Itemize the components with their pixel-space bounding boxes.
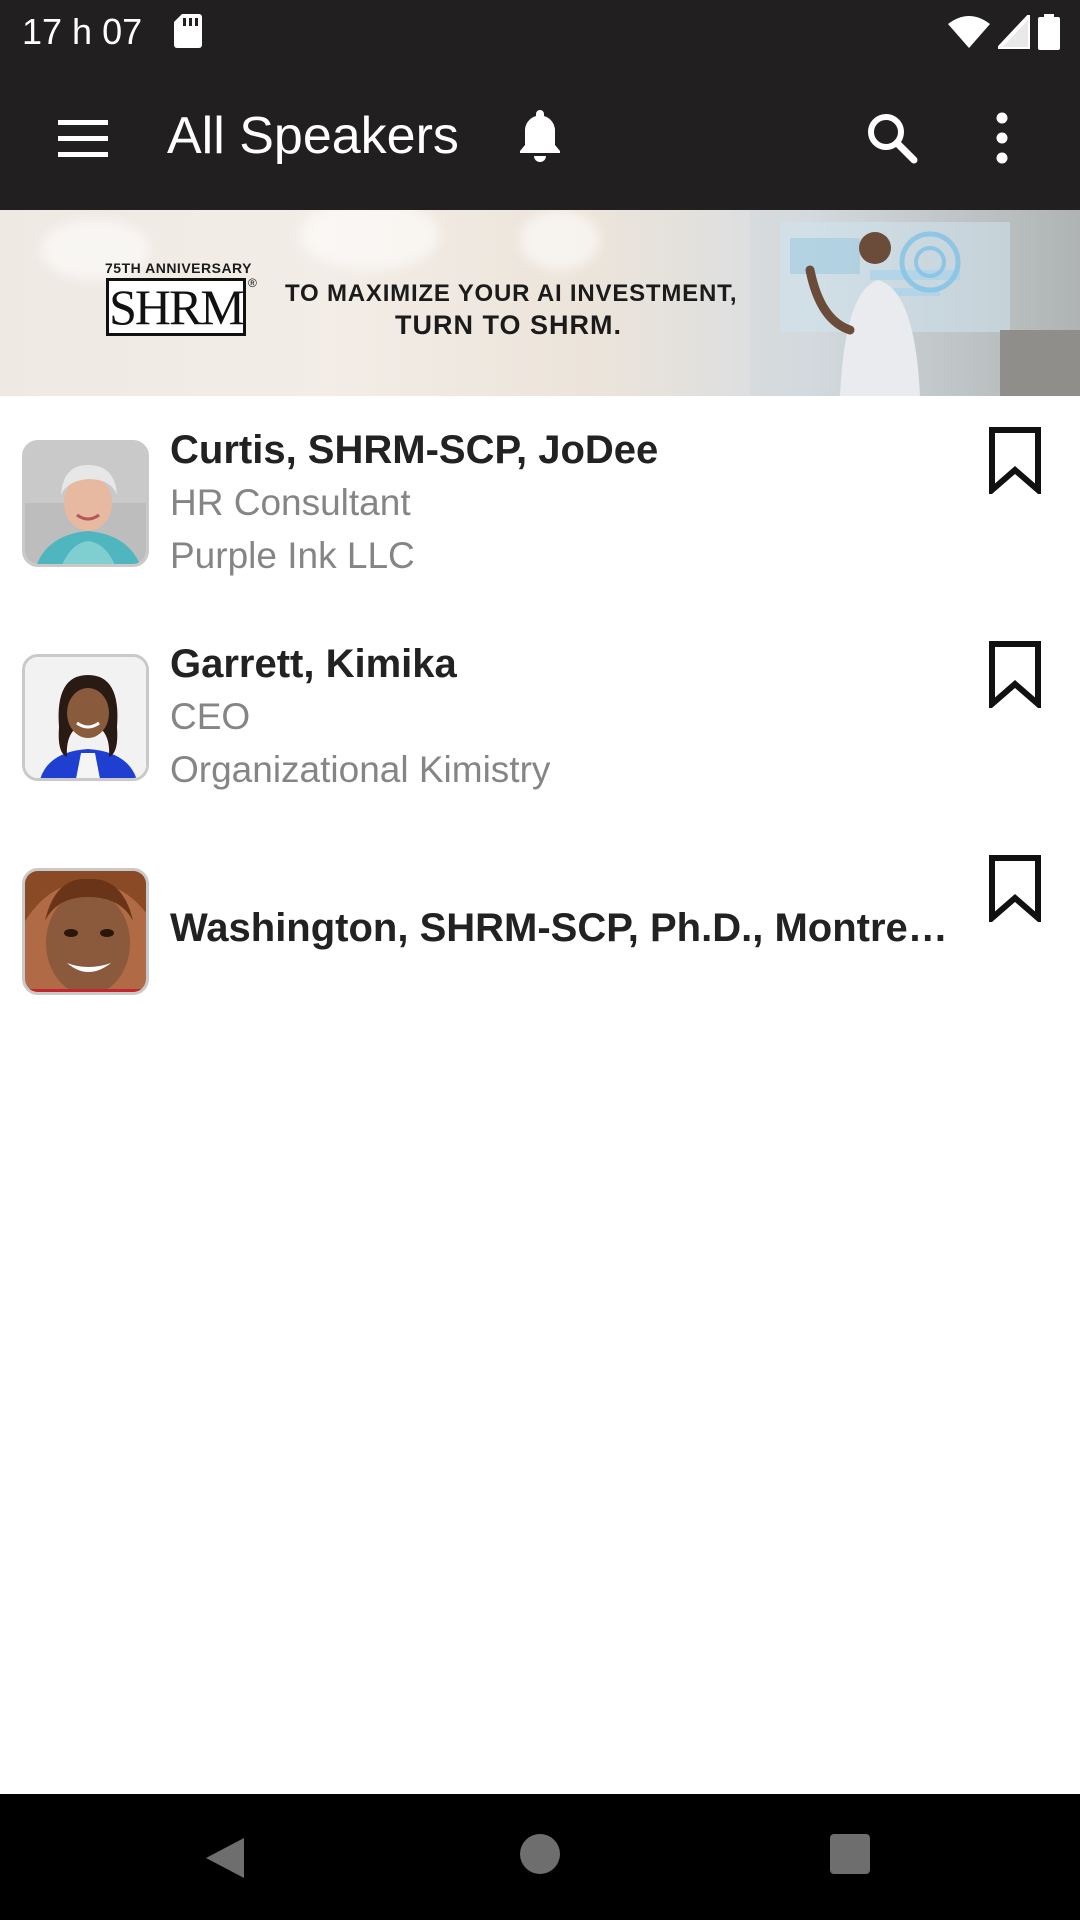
banner-headline-2: TURN TO SHRM.	[395, 310, 622, 340]
status-bar: 17 h 07	[0, 0, 1080, 64]
wifi-icon	[948, 16, 990, 48]
speaker-row[interactable]: Washington, SHRM-SCP, Ph.D., Montre…	[0, 824, 1080, 1038]
home-icon[interactable]	[520, 1834, 560, 1874]
more-vert-icon[interactable]	[980, 108, 1024, 168]
speaker-avatar	[22, 440, 149, 567]
search-icon[interactable]	[862, 108, 922, 168]
speaker-title: CEO	[170, 696, 251, 737]
speaker-name: Washington, SHRM-SCP, Ph.D., Montre…	[170, 906, 948, 950]
page-title: All Speakers	[167, 107, 459, 165]
banner-headline-1: TO MAXIMIZE YOUR AI INVESTMENT,	[285, 280, 738, 307]
back-icon[interactable]	[202, 1834, 248, 1882]
speaker-name: Curtis, SHRM-SCP, JoDee	[170, 428, 659, 472]
bell-icon[interactable]	[512, 106, 568, 166]
signal-icon	[998, 15, 1030, 49]
speaker-info: Curtis, SHRM-SCP, JoDee HR Consultant Pu…	[170, 424, 950, 582]
system-nav-bar	[0, 1794, 1080, 1920]
speaker-title: HR Consultant	[170, 482, 411, 523]
banner-photo	[750, 210, 1080, 396]
ad-banner[interactable]: 75TH ANNIVERSARY SHRM ® TO MAXIMIZE YOUR…	[0, 210, 1080, 396]
recents-icon[interactable]	[830, 1834, 870, 1874]
speaker-name: Garrett, Kimika	[170, 642, 457, 686]
battery-icon	[1038, 14, 1060, 50]
status-time: 17 h 07	[22, 11, 143, 52]
speaker-row[interactable]: Garrett, Kimika CEO Organizational Kimis…	[0, 610, 1080, 824]
speaker-avatar	[22, 868, 149, 995]
speaker-avatar	[22, 654, 149, 781]
speaker-row[interactable]: Curtis, SHRM-SCP, JoDee HR Consultant Pu…	[0, 396, 1080, 610]
bookmark-icon[interactable]	[988, 426, 1042, 494]
speaker-company: Purple Ink LLC	[170, 535, 415, 576]
registered-mark: ®	[248, 276, 257, 290]
status-icons	[948, 12, 1060, 52]
app-bar: All Speakers	[0, 64, 1080, 210]
shrm-logo: SHRM	[106, 278, 246, 336]
sd-card-icon	[174, 14, 202, 48]
bookmark-icon[interactable]	[988, 854, 1042, 922]
banner-anniversary-text: 75TH ANNIVERSARY	[105, 260, 252, 276]
speaker-list: Curtis, SHRM-SCP, JoDee HR Consultant Pu…	[0, 396, 1080, 1038]
speaker-info: Garrett, Kimika CEO Organizational Kimis…	[170, 638, 950, 796]
bookmark-icon[interactable]	[988, 640, 1042, 708]
menu-icon[interactable]	[50, 112, 116, 164]
speaker-company: Organizational Kimistry	[170, 749, 551, 790]
speaker-info: Washington, SHRM-SCP, Ph.D., Montre…	[170, 902, 950, 954]
